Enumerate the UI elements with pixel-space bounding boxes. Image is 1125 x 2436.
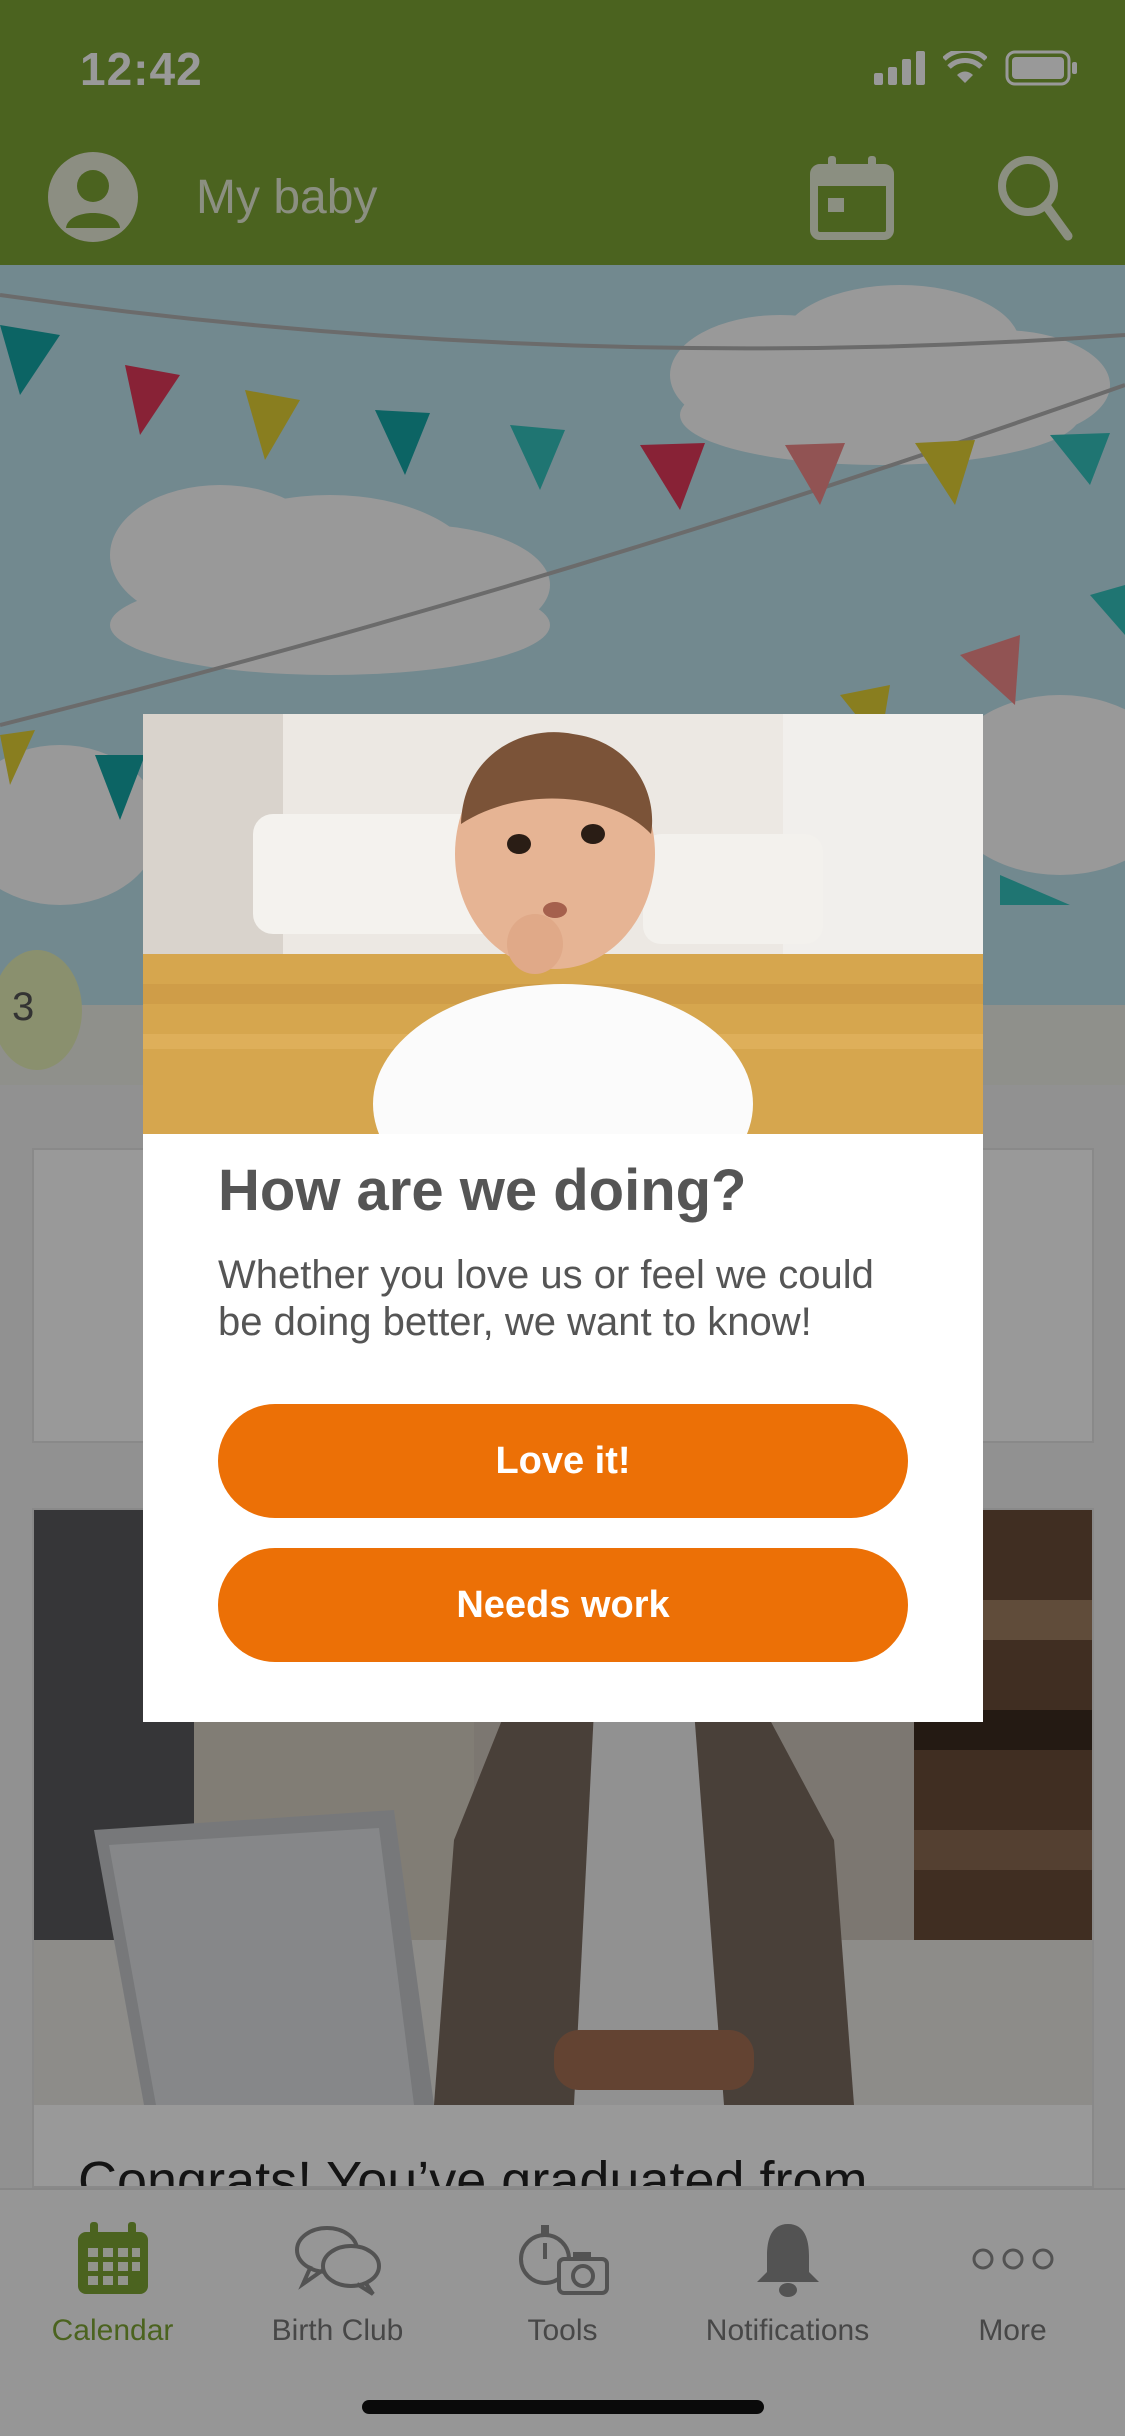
needs-work-button[interactable]: Needs work [218,1548,908,1662]
feedback-modal: How are we doing? Whether you love us or… [143,714,983,1722]
modal-message: Whether you love us or feel we could be … [218,1253,874,1344]
modal-title: How are we doing? [218,1158,747,1223]
baby-photo [143,714,983,1134]
love-it-button[interactable]: Love it! [218,1404,908,1518]
